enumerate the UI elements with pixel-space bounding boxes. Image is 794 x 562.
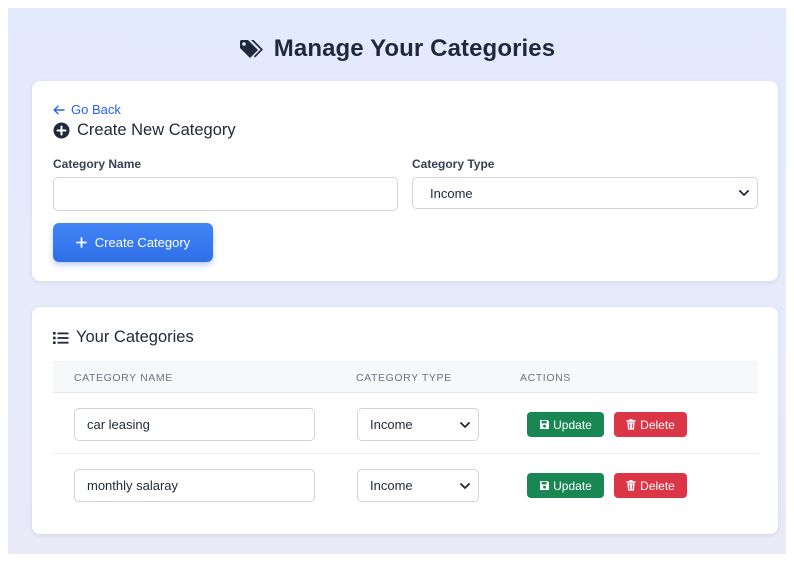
row-name-input[interactable] [74,469,315,502]
category-name-label: Category Name [53,157,142,171]
column-header-actions: ACTIONS [520,372,571,384]
trash-icon [626,419,636,430]
row-name-input[interactable] [74,408,315,441]
category-type-label: Category Type [412,157,495,171]
category-type-select[interactable]: Income [412,177,758,209]
page-title-text: Manage Your Categories [273,35,556,62]
chevron-down-icon [460,422,470,428]
delete-button-label: Delete [640,478,675,493]
tags-icon [239,40,263,58]
update-button-label: Update [553,478,592,493]
chevron-down-icon [739,190,749,196]
row-type-select[interactable]: Income [357,408,479,441]
category-type-selected: Income [430,185,473,201]
chevron-down-icon [460,483,470,489]
go-back-link[interactable]: Go Back [53,102,121,117]
create-category-card: Go Back Create New Category Category Nam… [32,81,778,281]
create-category-button[interactable]: Create Category [53,223,213,262]
delete-button[interactable]: Delete [614,473,687,498]
plus-circle-icon [53,122,70,139]
list-section-title-text: Your Categories [76,328,194,346]
row-type-selected: Income [370,478,413,493]
row-type-selected: Income [370,417,413,432]
table-row: Income Update [53,455,758,515]
plus-icon [75,237,87,248]
update-button[interactable]: Update [527,473,604,498]
app-frame: Manage Your Categories Go Back Create Ne… [8,8,786,554]
trash-icon [626,480,636,491]
update-button-label: Update [553,417,592,432]
create-section-title: Create New Category [53,121,236,140]
go-back-label: Go Back [71,102,121,117]
update-button[interactable]: Update [527,412,604,437]
arrow-left-icon [53,105,65,114]
save-icon [540,420,550,429]
category-name-input[interactable] [53,177,398,211]
delete-button[interactable]: Delete [614,412,687,437]
table-header: CATEGORY NAME CATEGORY TYPE ACTIONS [53,361,758,393]
page-title: Manage Your Categories [8,35,786,63]
create-section-title-text: Create New Category [77,121,236,139]
column-header-name: CATEGORY NAME [74,372,173,384]
list-section-title: Your Categories [53,328,194,347]
list-icon [53,331,69,344]
create-category-button-label: Create Category [94,235,191,250]
column-header-type: CATEGORY TYPE [356,372,452,384]
categories-list-card: Your Categories CATEGORY NAME CATEGORY T… [32,307,778,534]
delete-button-label: Delete [640,417,675,432]
row-type-select[interactable]: Income [357,469,479,502]
save-icon [540,481,550,490]
table-row: Income Update [53,394,758,454]
